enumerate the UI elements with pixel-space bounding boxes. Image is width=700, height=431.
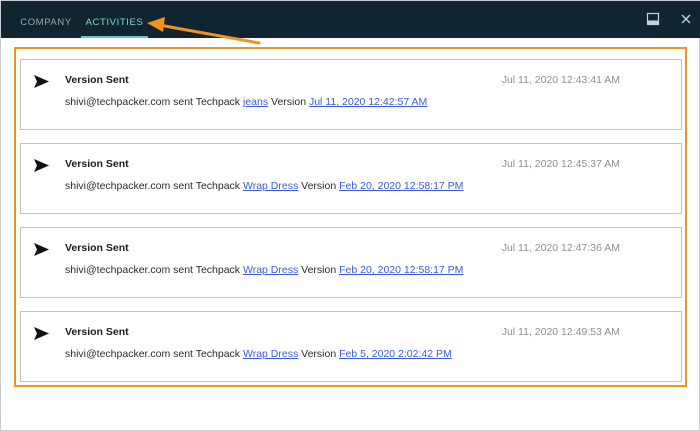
activity-title: Version Sent: [65, 326, 129, 338]
send-icon: [34, 159, 49, 172]
activity-actor: shivi@techpacker.com: [65, 180, 171, 192]
send-icon: [34, 327, 49, 340]
activity-card: Version Sent Jul 11, 2020 12:47:36 AM sh…: [20, 227, 682, 298]
activity-description: shivi@techpacker.com sent Techpack Wrap …: [65, 264, 463, 276]
activity-card: Version Sent Jul 11, 2020 12:43:41 AM sh…: [20, 59, 682, 130]
activity-actor: shivi@techpacker.com: [65, 348, 171, 360]
activity-title: Version Sent: [65, 74, 129, 86]
activity-action: sent Techpack: [173, 264, 241, 276]
activities-dialog: COMPANY ACTIVITIES Version Sent Jul 11, …: [0, 0, 700, 431]
activity-timestamp: Jul 11, 2020 12:45:37 AM: [501, 158, 620, 170]
version-link[interactable]: Feb 20, 2020 12:58:17 PM: [339, 264, 463, 276]
activity-description: shivi@techpacker.com sent Techpack jeans…: [65, 96, 427, 108]
tab-activities[interactable]: ACTIVITIES: [81, 1, 148, 38]
activity-actor: shivi@techpacker.com: [65, 96, 171, 108]
version-word: Version: [301, 180, 337, 192]
activity-action: sent Techpack: [173, 180, 241, 192]
activity-actor: shivi@techpacker.com: [65, 264, 171, 276]
techpack-link[interactable]: Wrap Dress: [243, 180, 298, 192]
activity-card: Version Sent Jul 11, 2020 12:49:53 AM sh…: [20, 311, 682, 382]
dialog-header: COMPANY ACTIVITIES: [1, 1, 700, 38]
version-link[interactable]: Feb 5, 2020 2:02:42 PM: [339, 348, 452, 360]
activity-card: Version Sent Jul 11, 2020 12:45:37 AM sh…: [20, 143, 682, 214]
techpack-link[interactable]: Wrap Dress: [243, 264, 298, 276]
activity-timestamp: Jul 11, 2020 12:49:53 AM: [501, 326, 620, 338]
activity-action: sent Techpack: [173, 348, 241, 360]
activity-title: Version Sent: [65, 158, 129, 170]
activity-description: shivi@techpacker.com sent Techpack Wrap …: [65, 348, 452, 360]
version-word: Version: [301, 348, 337, 360]
tab-company[interactable]: COMPANY: [15, 1, 77, 38]
version-word: Version: [301, 264, 337, 276]
activity-timestamp: Jul 11, 2020 12:43:41 AM: [501, 74, 620, 86]
activity-title: Version Sent: [65, 242, 129, 254]
version-word: Version: [271, 96, 307, 108]
version-link[interactable]: Feb 20, 2020 12:58:17 PM: [339, 180, 463, 192]
activity-timestamp: Jul 11, 2020 12:47:36 AM: [501, 242, 620, 254]
close-icon[interactable]: [678, 11, 694, 27]
activity-action: sent Techpack: [173, 96, 241, 108]
send-icon: [34, 243, 49, 256]
activity-description: shivi@techpacker.com sent Techpack Wrap …: [65, 180, 463, 192]
version-link[interactable]: Jul 11, 2020 12:42:57 AM: [309, 96, 427, 108]
techpack-link[interactable]: jeans: [243, 96, 268, 108]
techpack-link[interactable]: Wrap Dress: [243, 348, 298, 360]
minimize-icon[interactable]: [645, 11, 661, 27]
annotation-arrow: [147, 17, 261, 45]
send-icon: [34, 75, 49, 88]
